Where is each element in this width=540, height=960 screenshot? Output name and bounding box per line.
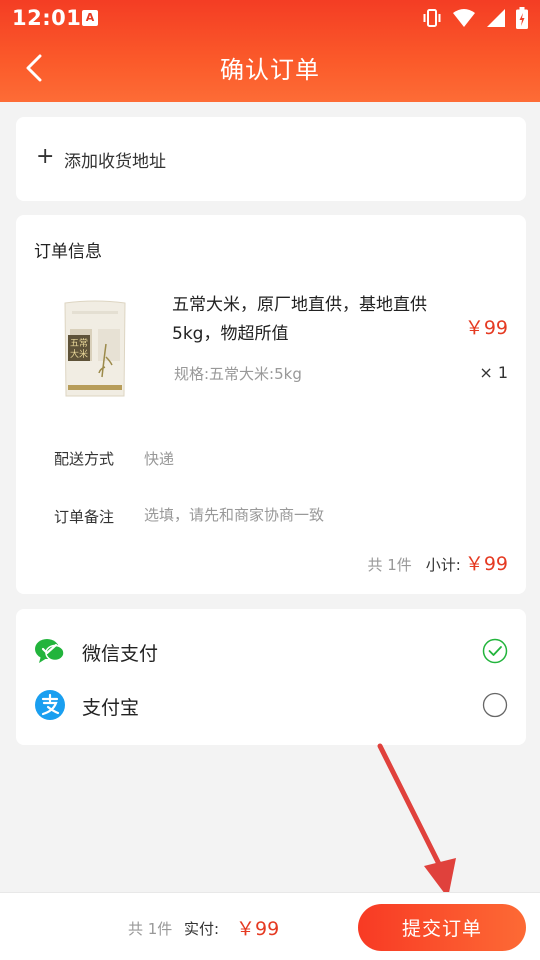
order-note-label: 订单备注 — [54, 508, 115, 526]
payment-option-alipay[interactable]: 支付宝 — [16, 682, 526, 728]
wechat-pay-icon — [35, 639, 65, 663]
wifi-icon — [453, 9, 475, 27]
product-price: ￥99 — [464, 317, 508, 339]
add-address-label: 添加收货地址 — [64, 152, 166, 172]
order-info-card: 订单信息 五常大米 五常大米，原厂地直供，基地直供5kg，物超所值 ￥99 规格… — [16, 215, 526, 594]
status-bar: 12:01 A — [0, 0, 540, 36]
radio-checked-icon[interactable] — [482, 638, 508, 664]
radio-unchecked-icon[interactable] — [482, 692, 508, 718]
payment-option-wechat[interactable]: 微信支付 — [16, 628, 526, 674]
shipping-label: 配送方式 — [54, 450, 115, 468]
submit-order-button[interactable]: 提交订单 — [358, 904, 526, 951]
status-time: 12:01 — [12, 6, 82, 30]
page-title: 确认订单 — [220, 56, 320, 84]
alipay-label: 支付宝 — [82, 697, 140, 719]
vibrate-icon — [423, 9, 441, 27]
payment-methods-card: 微信支付 支付宝 — [16, 609, 526, 745]
subtotal-label: 小计: — [425, 556, 461, 574]
checkout-bar: 共 1件 实付: ￥99 提交订单 — [0, 892, 540, 960]
shipping-value[interactable]: 快递 — [144, 448, 174, 469]
wechat-pay-label: 微信支付 — [82, 643, 159, 665]
order-section-title: 订单信息 — [34, 242, 102, 262]
product-spec: 规格:五常大米:5kg — [174, 365, 302, 383]
product-quantity: × 1 — [479, 363, 508, 382]
status-icons — [422, 7, 528, 29]
paid-label: 实付: — [184, 920, 220, 938]
subtotal-amount: ￥99 — [464, 553, 508, 575]
order-summary: 共 1件 小计: ￥99 — [367, 549, 508, 576]
signal-icon — [487, 9, 505, 27]
alipay-icon — [35, 690, 65, 720]
annotation-arrow-icon — [377, 743, 456, 898]
app-header: 12:01 A 确认订单 — [0, 0, 540, 102]
notification-icon: A — [82, 10, 98, 26]
plus-icon: + — [36, 144, 55, 169]
add-address-card[interactable]: + 添加收货地址 — [16, 117, 526, 201]
footer-item-count: 共 1件 — [128, 920, 173, 938]
product-image-text-1: 五常大米 — [70, 337, 88, 360]
paid-amount: ￥99 — [236, 918, 280, 940]
battery-icon — [516, 7, 528, 29]
product-name: 五常大米，原厂地直供，基地直供5kg，物超所值 — [172, 295, 427, 344]
product-image: 五常大米 — [64, 300, 126, 397]
item-count: 共 1件 — [367, 556, 412, 574]
order-note-input[interactable] — [144, 506, 484, 524]
